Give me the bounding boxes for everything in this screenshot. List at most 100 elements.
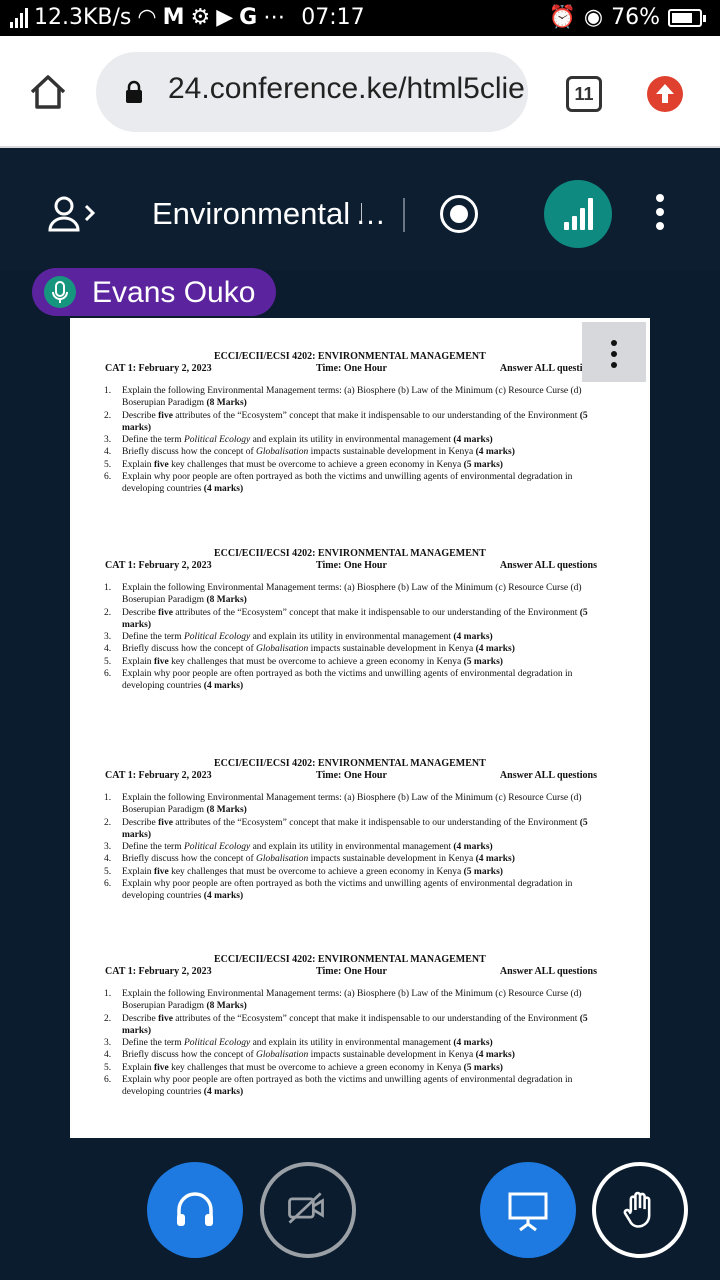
question-number: 5. bbox=[104, 656, 112, 667]
signal-icon bbox=[10, 7, 28, 28]
presentation-button[interactable] bbox=[480, 1162, 576, 1258]
exam-info-row: CAT 1: February 2, 2023 Time: One Hour Ans… bbox=[105, 560, 597, 572]
question-number: 6. bbox=[104, 472, 112, 483]
question-number: 1. bbox=[104, 793, 112, 803]
question-number: 2. bbox=[104, 607, 112, 618]
battery-percent: 76% bbox=[611, 5, 660, 30]
video-button[interactable] bbox=[260, 1162, 356, 1258]
question-number: 6. bbox=[104, 1075, 112, 1086]
google-icon: G bbox=[239, 5, 258, 30]
question-text: Describe five attributes of the “Ecosyst… bbox=[122, 607, 588, 630]
question-number: 3. bbox=[104, 632, 112, 643]
url-text[interactable]: 24.conference.ke/html5client bbox=[168, 72, 524, 106]
question-item: 4. Briefly discuss how the concept of Glo… bbox=[104, 853, 604, 865]
address-bar[interactable]: 24.conference.ke/html5client bbox=[96, 52, 528, 132]
question-list: 1. Explain the following Environmental Ma… bbox=[104, 988, 604, 1099]
question-item: 3. Define the term Political Ecology and … bbox=[104, 631, 604, 643]
question-item: 1. Explain the following Environmental Ma… bbox=[104, 385, 604, 410]
question-item: 3. Define the term Political Ecology and … bbox=[104, 841, 604, 853]
raise-hand-button[interactable] bbox=[592, 1162, 688, 1258]
conference-header: Environmental Management … bbox=[0, 150, 720, 270]
exam-duration: Time: One Hour bbox=[316, 560, 387, 571]
exam-duration: Time: One Hour bbox=[316, 363, 387, 374]
question-text: Explain the following Environmental Mana… bbox=[122, 793, 582, 816]
exam-duration: Time: One Hour bbox=[316, 770, 387, 781]
question-item: 4. Briefly discuss how the concept of Glo… bbox=[104, 1049, 604, 1061]
exam-info-row: CAT 1: February 2, 2023 Time: One Hour Ans… bbox=[105, 363, 597, 375]
talker-name: Evans Ouko bbox=[92, 276, 256, 309]
question-item: 1. Explain the following Environmental Ma… bbox=[104, 582, 604, 607]
exam-date: CAT 1: February 2, 2023 bbox=[105, 363, 212, 374]
question-item: 5. Explain five key challenges that must … bbox=[104, 866, 604, 878]
question-item: 6. Explain why poor people are often port… bbox=[104, 878, 604, 903]
home-icon[interactable] bbox=[28, 72, 68, 112]
lock-icon bbox=[126, 80, 142, 103]
connection-bars-icon bbox=[564, 198, 593, 230]
question-text: Explain five key challenges that must be… bbox=[122, 459, 503, 470]
question-item: 5. Explain five key challenges that must … bbox=[104, 1062, 604, 1074]
app-icon: ⚙ bbox=[190, 5, 211, 30]
question-text: Explain why poor people are often portra… bbox=[122, 1075, 573, 1098]
question-number: 3. bbox=[104, 842, 112, 853]
tab-switcher-button[interactable]: 11 bbox=[566, 76, 602, 112]
question-item: 2. Describe five attributes of the “Ecosy… bbox=[104, 817, 604, 842]
question-item: 3. Define the term Political Ecology and … bbox=[104, 1037, 604, 1049]
question-number: 4. bbox=[104, 854, 112, 865]
exam-date: CAT 1: February 2, 2023 bbox=[105, 770, 212, 781]
exam-date: CAT 1: February 2, 2023 bbox=[105, 560, 212, 571]
question-list: 1. Explain the following Environmental Ma… bbox=[104, 792, 604, 903]
video-off-icon bbox=[288, 1192, 324, 1224]
audio-button[interactable] bbox=[147, 1162, 243, 1258]
question-text: Describe five attributes of the “Ecosyst… bbox=[122, 410, 588, 433]
clock: 07:17 bbox=[301, 5, 365, 30]
question-number: 5. bbox=[104, 866, 112, 877]
user-list-icon[interactable] bbox=[48, 194, 98, 234]
alarm-icon: ⏰ bbox=[548, 5, 576, 30]
question-text: Describe five attributes of the “Ecosyst… bbox=[122, 817, 588, 840]
headphones-icon bbox=[177, 1192, 213, 1226]
question-text: Explain the following Environmental Mana… bbox=[122, 386, 582, 409]
presentation-icon bbox=[508, 1192, 548, 1232]
presentation-menu-button[interactable] bbox=[582, 322, 646, 382]
question-number: 5. bbox=[104, 459, 112, 470]
exam-instruction: Answer ALL questions bbox=[499, 966, 597, 977]
question-text: Explain why poor people are often portra… bbox=[122, 472, 573, 495]
exam-title: ECCI/ECII/ECSI 4202: ENVIRONMENTAL MANAG… bbox=[214, 548, 486, 559]
question-item: 1. Explain the following Environmental Ma… bbox=[104, 988, 604, 1013]
question-item: 2. Describe five attributes of the “Ecosy… bbox=[104, 607, 604, 632]
wifi-icon: ◠ bbox=[137, 5, 157, 30]
hand-icon bbox=[623, 1191, 651, 1228]
browser-toolbar: 24.conference.ke/html5client 11 bbox=[0, 36, 720, 148]
options-menu-icon[interactable] bbox=[650, 194, 670, 234]
question-item: 6. Explain why poor people are often port… bbox=[104, 1074, 604, 1099]
meeting-title: Environmental Management bbox=[152, 196, 362, 231]
question-number: 5. bbox=[104, 1062, 112, 1073]
network-speed: 12.3KB/s bbox=[34, 5, 132, 30]
question-number: 6. bbox=[104, 669, 112, 680]
question-list: 1. Explain the following Environmental Ma… bbox=[104, 582, 604, 693]
record-icon[interactable] bbox=[440, 195, 478, 233]
eye-icon: ◉ bbox=[583, 5, 604, 30]
question-text: Briefly discuss how the concept of Globa… bbox=[122, 447, 515, 458]
question-list: 1. Explain the following Environmental Ma… bbox=[104, 385, 604, 496]
question-text: Explain five key challenges that must be… bbox=[122, 1062, 503, 1073]
question-number: 1. bbox=[104, 989, 112, 999]
question-number: 3. bbox=[104, 435, 112, 446]
question-text: Briefly discuss how the concept of Globa… bbox=[122, 854, 515, 865]
question-number: 4. bbox=[104, 1050, 112, 1061]
exam-title: ECCI/ECII/ECSI 4202: ENVIRONMENTAL MANAG… bbox=[214, 758, 486, 769]
exam-info-row: CAT 1: February 2, 2023 Time: One Hour Ans… bbox=[105, 966, 597, 978]
question-text: Define the term Political Ecology and ex… bbox=[122, 842, 493, 853]
exam-duration: Time: One Hour bbox=[316, 966, 387, 977]
question-text: Explain the following Environmental Mana… bbox=[122, 583, 582, 606]
connection-status-button[interactable] bbox=[544, 180, 612, 248]
update-icon[interactable] bbox=[647, 76, 683, 112]
question-text: Define the term Political Ecology and ex… bbox=[122, 435, 493, 446]
question-number: 1. bbox=[104, 583, 112, 593]
question-number: 3. bbox=[104, 1038, 112, 1049]
exam-date: CAT 1: February 2, 2023 bbox=[105, 966, 212, 977]
question-text: Describe five attributes of the “Ecosyst… bbox=[122, 1013, 588, 1036]
question-item: 3. Define the term Political Ecology and … bbox=[104, 434, 604, 446]
question-text: Explain five key challenges that must be… bbox=[122, 866, 503, 877]
question-text: Explain five key challenges that must be… bbox=[122, 656, 503, 667]
